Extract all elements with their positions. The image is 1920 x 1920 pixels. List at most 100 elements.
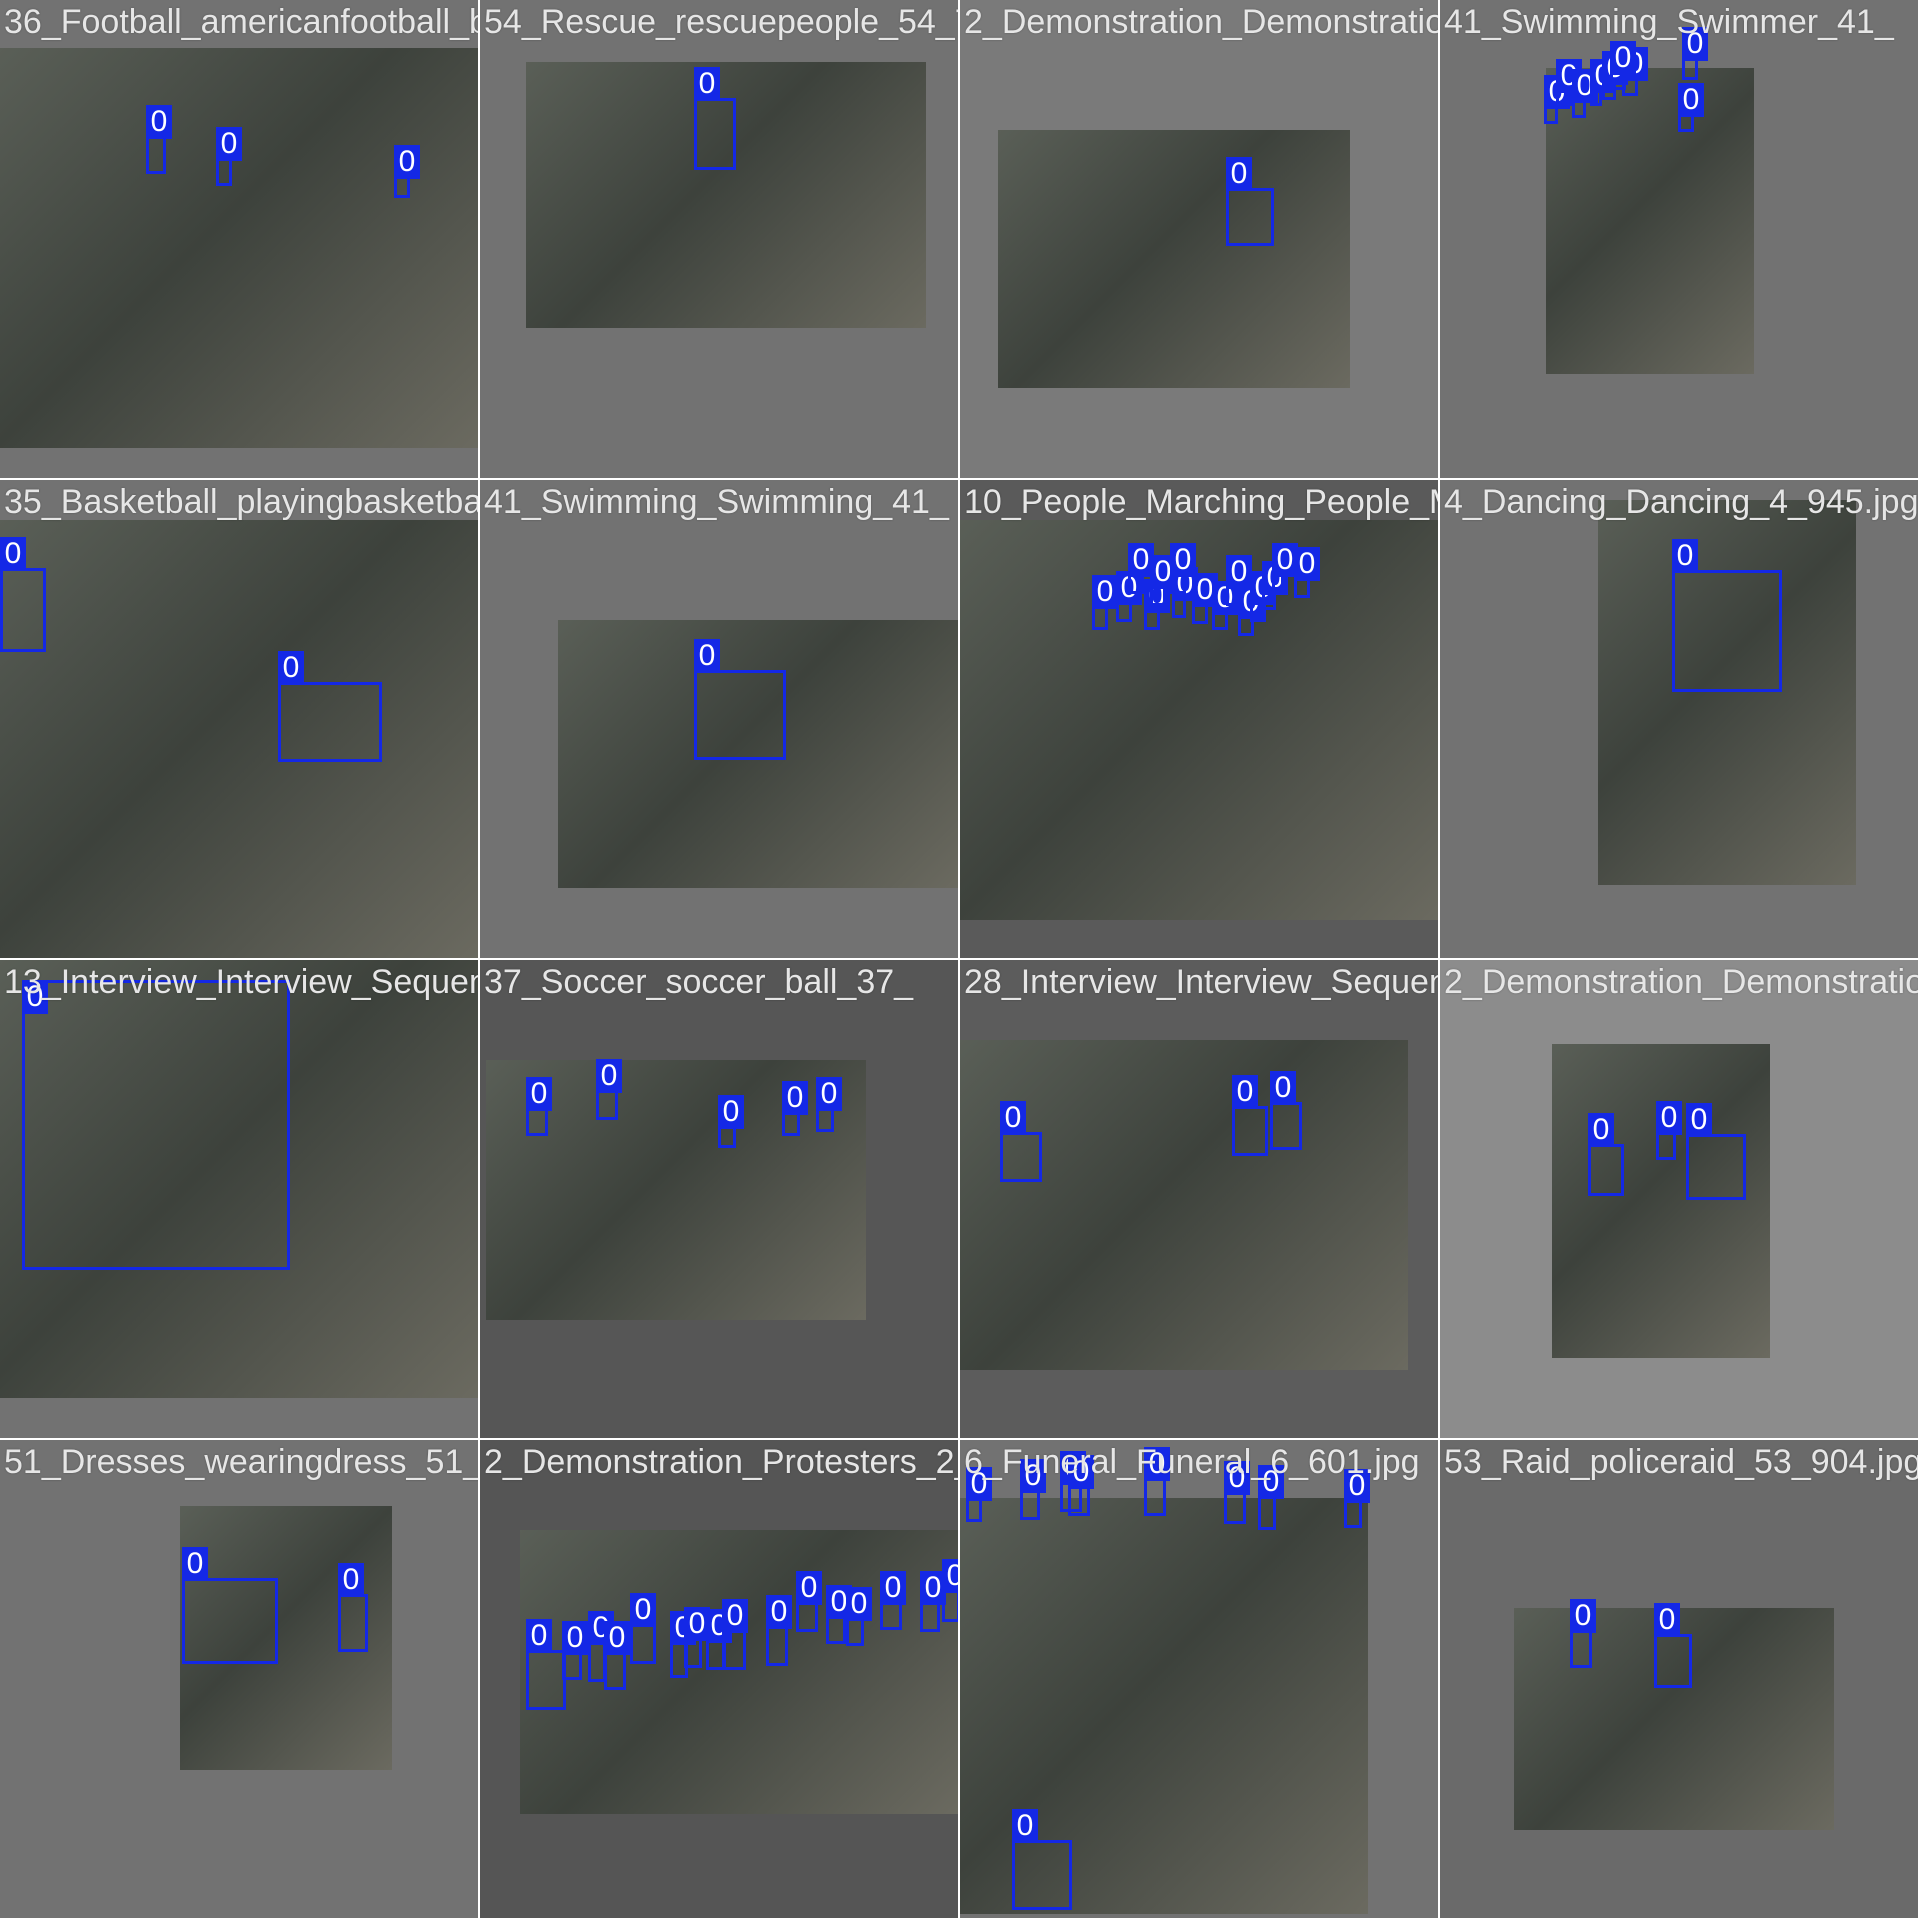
detection-box: 0 — [826, 1585, 852, 1644]
detection-label: 0 — [0, 537, 26, 571]
detection-box: 0 — [684, 1607, 710, 1668]
mosaic-tile: 00028_Interview_Interview_Sequences_ — [960, 960, 1438, 1438]
detection-box: 0 — [1192, 573, 1218, 624]
detection-box: 0 — [694, 67, 736, 170]
detection-label: 0 — [1654, 1603, 1680, 1637]
detection-label: 0 — [694, 639, 720, 673]
detection-box: 0 — [596, 1059, 622, 1120]
mosaic-tile: 013_Interview_Interview_Sequences_13_617 — [0, 960, 478, 1438]
detection-label: 0 — [846, 1587, 872, 1621]
detection-box: 0 — [526, 1619, 566, 1710]
detection-label: 0 — [562, 1621, 588, 1655]
detection-box: 0 — [1590, 59, 1616, 106]
detection-label: 0 — [796, 1571, 822, 1605]
detection-label: 0 — [966, 1467, 992, 1501]
tile-caption: 35_Basketball_playingbasketball_basketba… — [4, 483, 478, 521]
detection-label: 0 — [1020, 1459, 1046, 1493]
detection-box: 0 — [1588, 1113, 1624, 1196]
tile-caption: 54_Rescue_rescuepeople_54_779.jpg — [484, 3, 958, 41]
detection-box: 0 — [1068, 1455, 1094, 1516]
detection-box: 0 — [1654, 1603, 1692, 1688]
detection-box: 0 — [1128, 543, 1154, 594]
detection-label: 0 — [22, 980, 48, 1014]
detection-label: 0 — [1258, 1465, 1284, 1499]
tile-photo — [1598, 500, 1856, 885]
detection-box: 0 — [816, 1077, 842, 1132]
detection-box: 0 — [1556, 59, 1582, 106]
detection-label: 0 — [1588, 1113, 1614, 1147]
detection-box: 0 — [1212, 581, 1238, 630]
detection-box: 0 — [1226, 157, 1274, 246]
detection-label: 0 — [1682, 27, 1708, 61]
detection-box: 0 — [1682, 27, 1708, 80]
tile-photo — [0, 520, 478, 958]
detection-label: 0 — [880, 1571, 906, 1605]
detection-box: 0 — [1012, 1809, 1072, 1910]
detection-label: 0 — [1344, 1469, 1370, 1503]
detection-box: 0 — [1116, 571, 1142, 622]
detection-label: 0 — [526, 1077, 552, 1111]
detection-box: 0 — [1262, 561, 1288, 610]
detection-box: 0 — [338, 1563, 368, 1652]
detection-box: 0 — [1270, 1071, 1302, 1150]
mosaic-tile: 0 41_Swimming_Swimming_41_ — [480, 480, 958, 958]
mosaic-tile: 0 54_Rescue_rescuepeople_54_779.jpg — [480, 0, 958, 478]
detection-label: 0 — [694, 67, 720, 101]
detection-label: 0 — [596, 1059, 622, 1093]
detection-box: 0 — [1232, 1075, 1268, 1156]
detection-box: 0 — [1144, 1447, 1170, 1516]
detection-label: 0 — [278, 651, 304, 685]
detection-box: 0 — [604, 1621, 630, 1690]
detection-label: 0 — [182, 1547, 208, 1581]
detection-label: 0 — [1610, 41, 1636, 75]
detection-label: 0 — [1656, 1101, 1682, 1135]
tile-photo — [998, 130, 1350, 388]
tile-caption: 51_Dresses_wearingdress_51_921.jpg — [4, 1443, 478, 1481]
detection-box: 0 — [216, 127, 242, 186]
mosaic-tile: 0 0 0 0 0 0 0 0 0 0 0 0 0 0 0 0 2_Demonstration_Proteste… — [480, 1440, 958, 1918]
detection-box: 0 — [1172, 567, 1198, 618]
mosaic-tile: 0 2_Demonstration_Demonstration_Or_Protes… — [960, 0, 1438, 478]
detection-box: 0 — [526, 1077, 552, 1136]
tile-caption: 41_Swimming_Swimmer_41_ — [1444, 3, 1894, 41]
mosaic-tile: 0 0 0 36_Football_americanfootball_ball_36_… — [0, 0, 478, 478]
detection-box: 0 — [718, 1095, 744, 1148]
detection-box: 0 — [1092, 575, 1118, 630]
detection-box: 0 — [146, 105, 172, 174]
detection-label: 0 — [1270, 1071, 1296, 1105]
detection-box: 0 — [1258, 1465, 1284, 1530]
detection-box: 0 — [1000, 1101, 1042, 1182]
detection-label: 0 — [1000, 1101, 1026, 1135]
tile-caption: 28_Interview_Interview_Sequences_ — [964, 963, 1438, 1001]
detection-label: 0 — [394, 145, 420, 179]
detection-box: 0 — [1570, 1599, 1596, 1668]
tile-caption: 2_Demonstration_Protesters_2_746.jpg — [484, 1443, 958, 1481]
detection-label: 0 — [766, 1595, 792, 1629]
mosaic-tile: 0 4_Dancing_Dancing_4_945.jpg — [1440, 480, 1918, 958]
detection-box: 0 — [942, 1559, 958, 1622]
detection-box: 0 — [920, 1571, 946, 1632]
detection-box: 0 — [1610, 41, 1636, 90]
tile-photo — [1552, 1044, 1770, 1358]
detection-label: 0 — [1686, 1103, 1712, 1137]
detection-box: 0 — [1544, 75, 1570, 124]
detection-label: 0 — [1012, 1809, 1038, 1843]
mosaic-tile: 0 0 35_Basketball_playingbasketball_basket… — [0, 480, 478, 958]
detection-box: 0 — [1294, 547, 1320, 598]
detection-box: 0 — [1272, 543, 1298, 590]
mosaic-tile: 00000000000000010_People_Marching_People… — [960, 480, 1438, 958]
detection-box: 0 — [22, 980, 290, 1270]
detection-box: 0 — [966, 1467, 992, 1522]
tile-caption: 2_Demonstration_Demonstration_2_520 — [1444, 963, 1918, 1001]
detection-box: 0 — [1224, 1461, 1250, 1524]
detection-label: 0 — [1068, 1455, 1094, 1489]
mosaic-tile: 0 0 51_Dresses_wearingdress_51_921.jpg — [0, 1440, 478, 1918]
mosaic-tile: 0000000006_Funeral_Funeral_6_601.jpg — [960, 1440, 1438, 1918]
detection-label: 0 — [1170, 543, 1196, 577]
detection-box: 0 — [782, 1081, 808, 1136]
tile-caption: 37_Soccer_soccer_ball_37_ — [484, 963, 914, 1001]
detection-box: 0 — [766, 1595, 792, 1666]
tile-caption: 53_Raid_policeraid_53_904.jpg — [1444, 1443, 1918, 1481]
detection-label: 0 — [1224, 1461, 1250, 1495]
detection-label: 0 — [630, 1593, 656, 1627]
